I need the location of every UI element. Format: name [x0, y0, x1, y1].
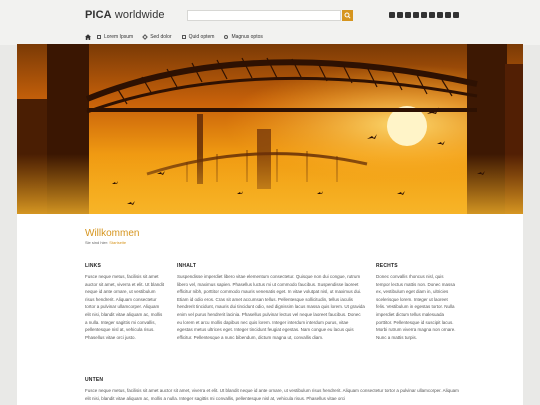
youtube-icon[interactable] [445, 12, 451, 18]
nav-item-label: Sed dolor [150, 34, 172, 40]
nav-item-lorem-ipsum[interactable]: Lorem Ipsum [97, 34, 133, 40]
home-icon [85, 34, 91, 40]
column-heading-links: LINKS [85, 263, 101, 269]
nav-item-sed-dolor[interactable]: Sed dolor [142, 34, 172, 40]
column-text-inhalt: Suspendisse imperdiet libero vitae eleme… [177, 274, 365, 340]
square-icon [97, 35, 101, 39]
nav-item-label: Magnus optos [231, 34, 263, 40]
hero-image [17, 44, 523, 214]
home-link[interactable] [85, 34, 91, 40]
twitter-icon[interactable] [405, 12, 411, 18]
brand-name-light: worldwide [114, 9, 165, 21]
column-heading-rechts: RECHTS [376, 263, 398, 269]
nav-item-magnus-optos[interactable]: Magnus optos [224, 34, 263, 40]
breadcrumb-prefix: Sie sind hier: [85, 240, 109, 245]
main-nav: Lorem Ipsum Sed dolor Quid optem Magnus … [85, 33, 273, 41]
circle-icon [224, 35, 229, 39]
linkedin-icon[interactable] [421, 12, 427, 18]
nav-item-label: Quid optem [188, 34, 215, 40]
column-text-links: Fusce neque metus, facilisis sit amet au… [85, 274, 165, 340]
breadcrumb: Sie sind hier: Startseite [85, 240, 126, 245]
search-input[interactable] [187, 10, 341, 21]
section-heading-unten: UNTEN [85, 377, 104, 383]
brand-logo[interactable]: PICA worldwide [85, 9, 165, 21]
xing-icon[interactable] [429, 12, 435, 18]
mail-icon[interactable] [389, 12, 395, 18]
diamond-icon [142, 34, 149, 40]
breadcrumb-link-home[interactable]: Startseite [109, 240, 126, 245]
brand-name-bold: PICA [85, 9, 112, 21]
section-text-unten: Fusce neque metus, facilisis sit amet au… [85, 388, 459, 401]
pinterest-icon[interactable] [453, 12, 459, 18]
search-button[interactable] [342, 10, 353, 21]
nav-item-label: Lorem Ipsum [104, 34, 134, 40]
main-content: Willkommen Sie sind hier: Startseite LIN… [17, 214, 523, 405]
square-icon [181, 35, 186, 39]
search-icon [344, 12, 351, 19]
site-header: PICA worldwide Lorem Ipsum Sed dolor Qui… [0, 0, 540, 45]
social-links [389, 12, 459, 18]
column-heading-inhalt: INHALT [177, 263, 197, 269]
google-plus-icon[interactable] [413, 12, 419, 18]
facebook-icon[interactable] [397, 12, 403, 18]
instagram-icon[interactable] [437, 12, 443, 18]
column-text-rechts: Donec convallis rhoncus nisl, quis tempo… [376, 274, 456, 340]
page-title: Willkommen [85, 228, 140, 239]
nav-item-quid-optem[interactable]: Quid optem [181, 34, 215, 40]
